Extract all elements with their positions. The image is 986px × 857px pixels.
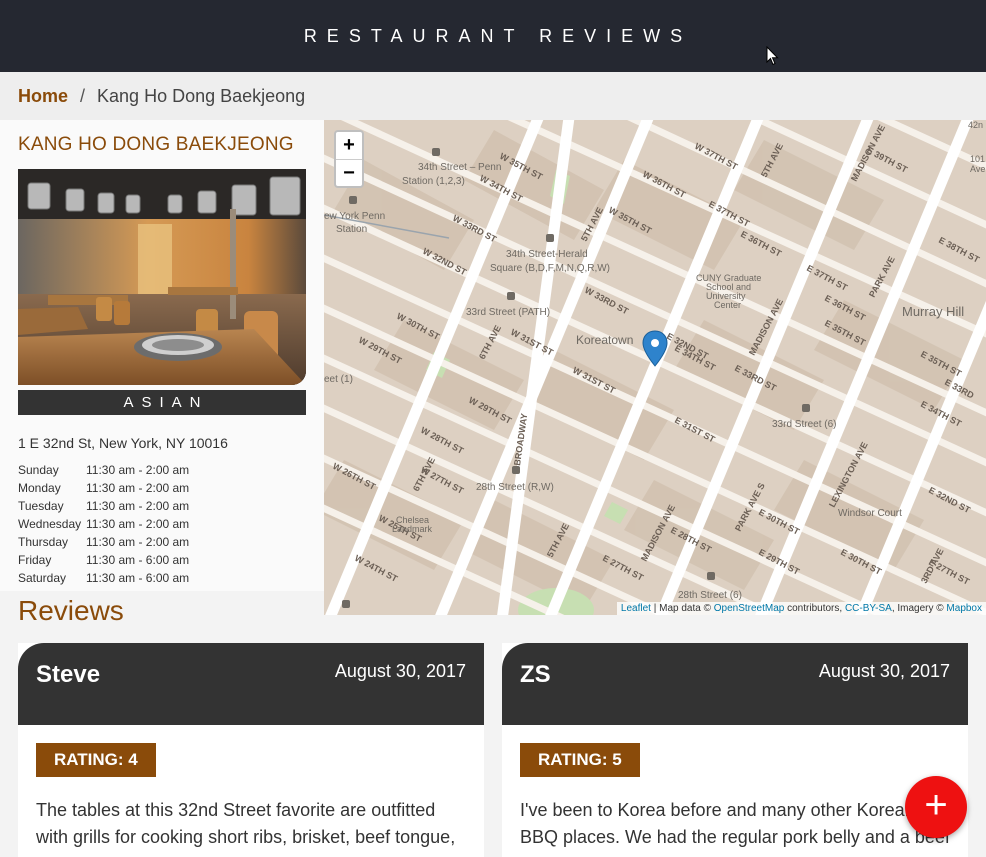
hours-day: Wednesday — [18, 517, 82, 531]
zoom-in-button[interactable]: + — [336, 132, 362, 159]
hours-day: Friday — [18, 553, 52, 567]
review-comment-line: with grills for cooking short ribs, bris… — [36, 827, 456, 847]
restaurant-name: KANG HO DONG BAEKJEONG — [18, 134, 294, 155]
map-place-label: Center — [714, 300, 741, 310]
hours-time: 11:30 am - 2:00 am — [86, 517, 190, 531]
site-header: RESTAURANT REVIEWS — [0, 0, 986, 72]
hours-time: 11:30 am - 6:00 am — [86, 553, 190, 567]
review-date: August 30, 2017 — [818, 661, 950, 681]
osm-link[interactable]: OpenStreetMap — [714, 603, 785, 614]
restaurant-info: KANG HO DONG BAEKJEONG ASIAN 1 E 32nd St… — [0, 120, 324, 591]
map-place-label: Station (1,2,3) — [402, 176, 465, 187]
map-tiles[interactable]: W 35TH ST W 34TH ST W 33RD ST W 32ND ST … — [324, 120, 986, 615]
breadcrumb: Home / Kang Ho Dong Baekjeong — [0, 72, 986, 120]
breadcrumb-home-link[interactable]: Home — [18, 86, 68, 107]
review-rating: RATING: 4 — [36, 743, 156, 777]
map-place-label: 42n — [968, 120, 983, 130]
hours-time: 11:30 am - 2:00 am — [86, 481, 190, 495]
hours-time: 11:30 am - 2:00 am — [86, 499, 190, 513]
site-title[interactable]: RESTAURANT REVIEWS — [294, 26, 692, 47]
review-comment: The tables at this 32nd Street favorite … — [36, 797, 466, 851]
map-place-label: 33rd Street (PATH) — [466, 307, 550, 318]
review-card-header: ZS August 30, 2017 — [502, 643, 968, 725]
map-neighborhood-label: Koreatown — [576, 333, 633, 347]
hours-row: Tuesday 11:30 am - 2:00 am — [18, 497, 189, 515]
hours-day: Thursday — [18, 535, 69, 549]
restaurant-address: 1 E 32nd St, New York, NY 10016 — [18, 435, 228, 451]
review-comment-line: I've been to Korea before and many other… — [520, 800, 915, 820]
review-card-header: Steve August 30, 2017 — [18, 643, 484, 725]
review-card: ZS August 30, 2017 RATING: 5 I've been t… — [502, 643, 968, 857]
map-attribution: Leaflet | Map data © OpenStreetMap contr… — [616, 602, 986, 615]
hours-time: 11:30 am - 2:00 am — [86, 535, 190, 549]
restaurant-photo — [18, 169, 306, 385]
breadcrumb-separator: / — [80, 85, 86, 106]
hours-time: 11:30 am - 6:00 am — [86, 571, 190, 585]
review-comment-line: BBQ places. We had the regular pork bell… — [520, 827, 950, 847]
zoom-out-button[interactable]: − — [336, 159, 362, 186]
hours-row: Thursday 11:30 am - 2:00 am — [18, 533, 189, 551]
attribution-text: | Map data © — [650, 603, 714, 614]
map-place-label: 34th Street-Herald — [506, 249, 588, 260]
map-place-label: Landmark — [392, 524, 433, 534]
reviews-heading: Reviews — [18, 595, 124, 626]
hours-row: Saturday 11:30 am - 6:00 am — [18, 569, 189, 587]
review-rating: RATING: 5 — [520, 743, 640, 777]
add-review-button[interactable]: + — [905, 776, 967, 838]
hours-row: Friday 11:30 am - 6:00 am — [18, 551, 189, 569]
review-date: August 30, 2017 — [334, 661, 466, 681]
hours-time: 11:30 am - 2:00 am — [86, 463, 190, 477]
hours-day: Monday — [18, 481, 61, 495]
reviewer-name: Steve — [36, 661, 101, 688]
map-place-label: 34th Street – Penn — [418, 162, 501, 173]
attribution-text: contributors, — [784, 603, 845, 614]
reviewer-name: ZS — [520, 661, 551, 688]
leaflet-link[interactable]: Leaflet — [621, 603, 651, 614]
license-link[interactable]: CC-BY-SA — [845, 603, 892, 614]
map-place-label: 28th Street (6) — [678, 590, 742, 601]
hours-row: Sunday 11:30 am - 2:00 am — [18, 461, 189, 479]
restaurant-map[interactable]: W 35TH ST W 34TH ST W 33RD ST W 32ND ST … — [324, 120, 986, 615]
map-zoom-control: + − — [334, 130, 364, 188]
map-neighborhood-label: Murray Hill — [902, 304, 964, 319]
map-place-label: Aven — [970, 164, 986, 174]
mouse-cursor-icon — [766, 46, 779, 66]
map-place-label: 101 P — [970, 154, 986, 164]
review-comment-line: The tables at this 32nd Street favorite … — [36, 800, 436, 820]
hours-day: Sunday — [18, 463, 59, 477]
map-place-label: 33rd Street (6) — [772, 419, 836, 430]
hours-row: Monday 11:30 am - 2:00 am — [18, 479, 189, 497]
hours-table: Sunday 11:30 am - 2:00 am Monday 11:30 am … — [18, 461, 189, 587]
hours-row: Wednesday 11:30 am - 2:00 am — [18, 515, 189, 533]
cuisine-badge: ASIAN — [18, 390, 306, 415]
map-place-label: Windsor Court — [838, 508, 902, 519]
map-place-label: Station — [336, 224, 367, 235]
map-place-label: ew York Penn — [324, 211, 385, 222]
review-card: Steve August 30, 2017 RATING: 4 The tabl… — [18, 643, 484, 857]
review-comment: I've been to Korea before and many other… — [520, 797, 950, 851]
hours-day: Saturday — [18, 571, 67, 585]
hours-day: Tuesday — [18, 499, 64, 513]
map-place-label: eet (1) — [324, 374, 353, 385]
map-place-label: Square (B,D,F,M,N,Q,R,W) — [490, 263, 610, 274]
map-place-label: 28th Street (R,W) — [476, 482, 554, 493]
breadcrumb-current: Kang Ho Dong Baekjeong — [97, 85, 306, 106]
mapbox-link[interactable]: Mapbox — [946, 603, 982, 614]
attribution-text: , Imagery © — [891, 603, 947, 614]
